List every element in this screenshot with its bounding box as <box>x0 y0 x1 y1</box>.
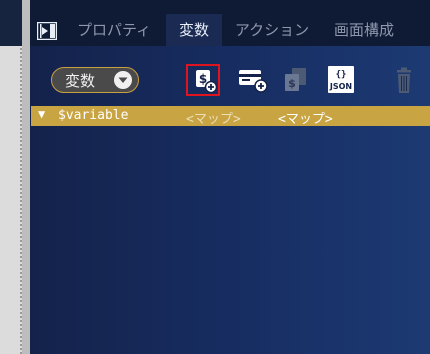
add-variable-icon: $ <box>196 70 218 94</box>
tab-properties[interactable]: プロパティ <box>63 14 165 46</box>
variable-value: <マップ> <box>278 112 333 127</box>
tab-variables[interactable]: 変数 <box>166 14 222 46</box>
chevron-down-icon <box>114 71 132 89</box>
variable-row[interactable]: ▼ $variable <マップ> <マップ> <box>31 106 430 127</box>
splitter[interactable] <box>22 0 30 354</box>
delete-button[interactable] <box>388 64 422 96</box>
variable-type-select[interactable]: 変数 <box>51 67 139 93</box>
tab-screen-structure[interactable]: 画面構成 <box>324 14 404 46</box>
add-card-button[interactable] <box>236 64 270 96</box>
left-dock-header <box>0 0 22 46</box>
json-braces-text: {} <box>336 70 347 80</box>
variable-type-label: 変数 <box>65 72 96 90</box>
svg-text:$: $ <box>288 77 296 90</box>
tab-actions[interactable]: アクション <box>224 14 320 46</box>
collapse-panel-icon[interactable] <box>36 21 58 41</box>
trash-icon <box>397 67 411 93</box>
add-card-icon <box>239 70 268 93</box>
expand-toggle-icon[interactable]: ▼ <box>38 107 45 121</box>
copy-variable-icon: $ <box>285 68 306 91</box>
json-icon: {} JSON <box>328 66 354 93</box>
variable-type: <マップ> <box>186 112 241 127</box>
add-variable-button[interactable]: $ <box>186 64 220 96</box>
variables-panel <box>30 0 430 354</box>
json-button[interactable]: {} JSON <box>325 64 359 96</box>
left-dock-strip <box>0 0 22 354</box>
copy-variable-button[interactable]: $ <box>280 64 314 96</box>
variable-name: $variable <box>58 108 129 123</box>
json-label-text: JSON <box>329 82 352 91</box>
